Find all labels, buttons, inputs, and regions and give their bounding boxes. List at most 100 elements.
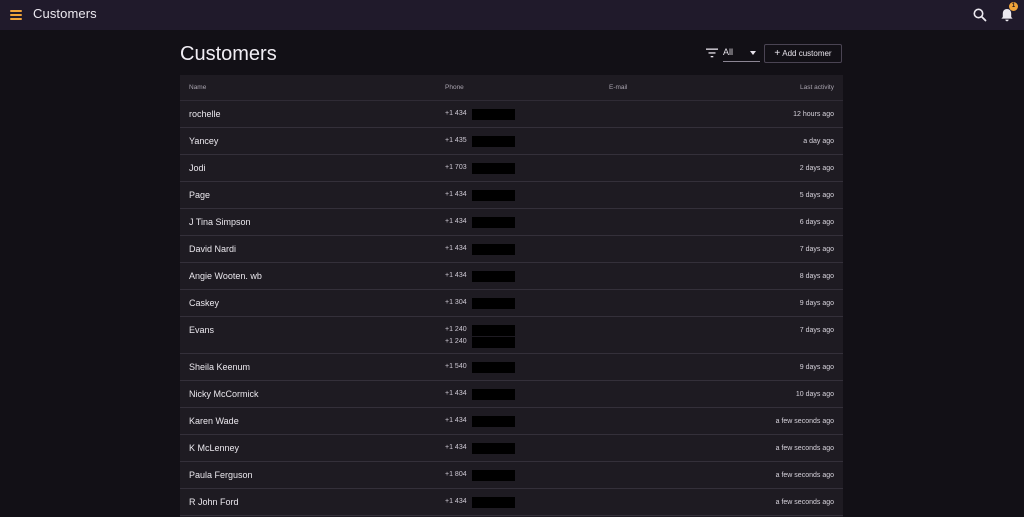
customer-name: Nicky McCormick (189, 389, 259, 399)
customer-name: rochelle (189, 109, 221, 119)
customer-name: R John Ford (189, 497, 239, 507)
phone-redacted-block (472, 271, 515, 282)
customer-name: Caskey (189, 298, 220, 308)
last-activity: 8 days ago (799, 273, 834, 280)
customer-name: Yancey (189, 136, 219, 146)
phone-number: +1 434 (445, 271, 525, 283)
phone-number: +1 304 (445, 298, 525, 310)
filter-underline (723, 61, 760, 62)
phone-redacted-block (472, 109, 515, 120)
phone-redacted-block (472, 470, 515, 481)
phone-prefix: +1 240 (445, 338, 467, 345)
phone-redacted-block (472, 497, 515, 508)
customer-name: Jodi (189, 163, 206, 173)
table-row[interactable]: Nicky McCormick +1 434 10 days ago (180, 381, 843, 408)
phone-prefix: +1 434 (445, 444, 467, 451)
phone-number: +1 434 (445, 244, 525, 256)
table-row[interactable]: rochelle +1 434 12 hours ago (180, 101, 843, 128)
customer-phones: +1 703 (445, 163, 525, 175)
customer-phones: +1 434 (445, 190, 525, 202)
search-icon[interactable] (972, 7, 988, 23)
phone-redacted-block (472, 325, 515, 336)
table-header: Name Phone E-mail Last activity (180, 75, 843, 101)
table-row[interactable]: R John Ford +1 434 a few seconds ago (180, 489, 843, 516)
last-activity: a day ago (803, 138, 834, 145)
caret-down-icon (750, 51, 756, 55)
phone-prefix: +1 240 (445, 326, 467, 333)
customer-phones: +1 434 (445, 389, 525, 401)
phone-prefix: +1 434 (445, 218, 467, 225)
table-row[interactable]: Page +1 434 5 days ago (180, 182, 843, 209)
table-row[interactable]: Karen Wade +1 434 a few seconds ago (180, 408, 843, 435)
customer-phones: +1 435 (445, 136, 525, 148)
table-row[interactable]: Angie Wooten. wb +1 434 8 days ago (180, 263, 843, 290)
last-activity: a few seconds ago (775, 472, 834, 479)
phone-prefix: +1 703 (445, 164, 467, 171)
table-row[interactable]: J Tina Simpson +1 434 6 days ago (180, 209, 843, 236)
phone-number: +1 434 (445, 443, 525, 455)
customer-phones: +1 434 (445, 244, 525, 256)
table-row[interactable]: David Nardi +1 434 7 days ago (180, 236, 843, 263)
table-row[interactable]: Paula Ferguson +1 804 a few seconds ago (180, 462, 843, 489)
phone-redacted-block (472, 362, 515, 373)
customer-phones: +1 804 (445, 470, 525, 482)
customer-name: Paula Ferguson (189, 470, 253, 480)
customer-phones: +1 540 (445, 362, 525, 374)
column-header-last-activity[interactable]: Last activity (800, 84, 834, 91)
filter-select[interactable]: All (706, 46, 760, 62)
customer-name: K McLenney (189, 443, 240, 453)
last-activity: 9 days ago (799, 364, 834, 371)
last-activity: 5 days ago (799, 192, 834, 199)
column-header-phone[interactable]: Phone (445, 84, 464, 91)
app-title: Customers (33, 6, 97, 21)
last-activity: 6 days ago (799, 219, 834, 226)
phone-redacted-block (472, 416, 515, 427)
phone-redacted-block (472, 190, 515, 201)
phone-number: +1 540 (445, 362, 525, 374)
last-activity: a few seconds ago (775, 445, 834, 452)
customer-phones: +1 434 (445, 497, 525, 509)
phone-number: +1 804 (445, 470, 525, 482)
phone-redacted-block (472, 337, 515, 348)
phone-prefix: +1 804 (445, 471, 467, 478)
phone-prefix: +1 435 (445, 137, 467, 144)
filter-icon (706, 48, 718, 58)
phone-number: +1 240 (445, 325, 525, 337)
table-row[interactable]: Sheila Keenum +1 540 9 days ago (180, 354, 843, 381)
filter-value: All (723, 47, 734, 57)
phone-number: +1 435 (445, 136, 525, 148)
table-row[interactable]: K McLenney +1 434 a few seconds ago (180, 435, 843, 462)
phone-prefix: +1 434 (445, 272, 467, 279)
add-customer-label: Add customer (782, 49, 832, 58)
phone-prefix: +1 434 (445, 498, 467, 505)
customer-name: J Tina Simpson (189, 217, 251, 227)
add-customer-button[interactable]: + Add customer (764, 44, 842, 63)
table-row[interactable]: Jodi +1 703 2 days ago (180, 155, 843, 182)
phone-number: +1 703 (445, 163, 525, 175)
last-activity: a few seconds ago (775, 499, 834, 506)
customer-phones: +1 434 (445, 443, 525, 455)
phone-prefix: +1 434 (445, 245, 467, 252)
table-row[interactable]: Yancey +1 435 a day ago (180, 128, 843, 155)
customer-name: Evans (189, 325, 215, 335)
phone-number: +1 434 (445, 217, 525, 229)
column-header-name[interactable]: Name (189, 84, 206, 91)
phone-number: +1 434 (445, 190, 525, 202)
last-activity: 2 days ago (799, 165, 834, 172)
phone-redacted-block (472, 163, 515, 174)
table-row[interactable]: Caskey +1 304 9 days ago (180, 290, 843, 317)
customer-phones: +1 434 (445, 217, 525, 229)
phone-prefix: +1 434 (445, 390, 467, 397)
customer-name: Page (189, 190, 211, 200)
phone-redacted-block (472, 136, 515, 147)
phone-prefix: +1 540 (445, 363, 467, 370)
phone-prefix: +1 434 (445, 191, 467, 198)
last-activity: 10 days ago (795, 391, 834, 398)
column-header-email[interactable]: E-mail (609, 84, 627, 91)
customer-name: Angie Wooten. wb (189, 271, 262, 281)
customer-phones: +1 434 (445, 109, 525, 121)
phone-redacted-block (472, 443, 515, 454)
table-row[interactable]: Evans +1 240 +1 240 7 days ago (180, 317, 843, 354)
customer-name: Sheila Keenum (189, 362, 251, 372)
hamburger-menu-icon[interactable] (10, 10, 22, 20)
